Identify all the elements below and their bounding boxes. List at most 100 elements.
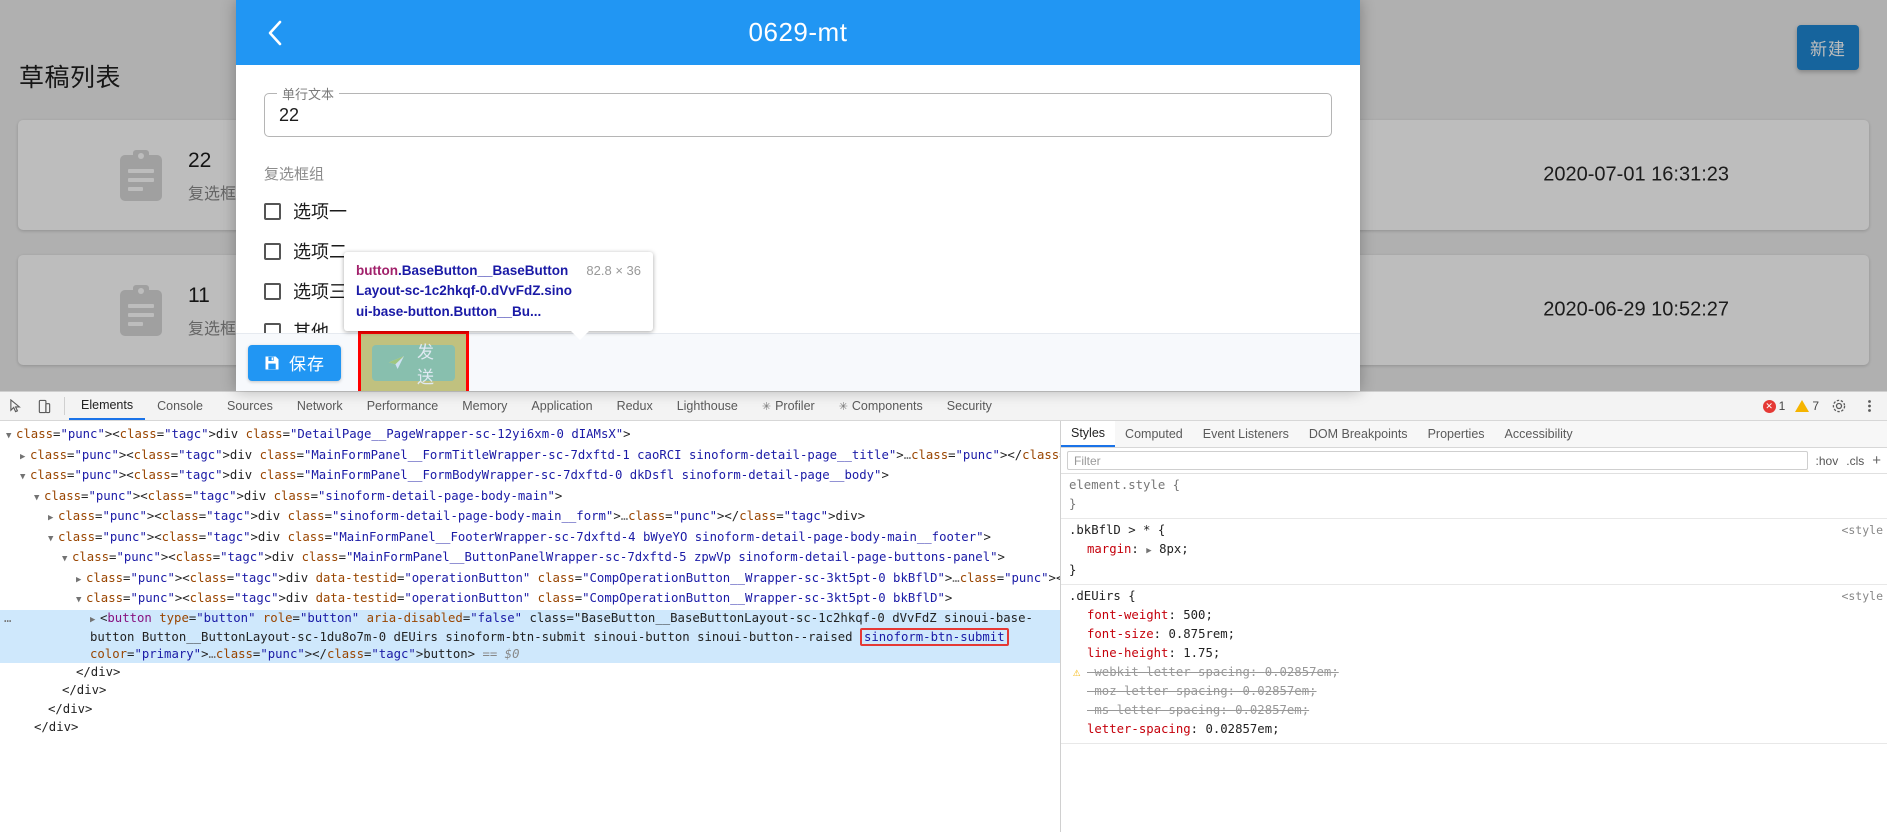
selected-node-class-line1: class="BaseButton__BaseButtonLayout-sc-1… xyxy=(529,610,1033,625)
inspector-tooltip-selector: button.BaseButton__BaseButtonLayout-sc-1… xyxy=(356,261,576,322)
styles-filter-input[interactable]: Filter xyxy=(1067,451,1808,470)
devtools-panel: Elements Console Sources Network Perform… xyxy=(0,391,1887,832)
style-property-value: 8px; xyxy=(1159,542,1189,556)
style-property-name: font-weight xyxy=(1087,608,1169,622)
style-rule[interactable]: <style .dEUirs { font-weight: 500; font-… xyxy=(1061,585,1887,744)
dom-node[interactable]: ▼ class="punc"><class="tagc">div class="s… xyxy=(0,487,1060,508)
style-property[interactable]: margin: ▶ 8px; xyxy=(1069,540,1879,561)
expand-triangle-icon[interactable]: ▶ xyxy=(1146,546,1151,556)
dom-node-markup: class="punc"><class="tagc">div data-test… xyxy=(86,591,953,605)
dom-node[interactable]: ▶ class="punc"><class="tagc">div class="M… xyxy=(0,446,1060,467)
inspector-tooltip: button.BaseButton__BaseButtonLayout-sc-1… xyxy=(344,252,653,340)
devtools-tabs: Elements Console Sources Network Perform… xyxy=(69,392,1004,420)
dom-close-tag: </div> xyxy=(76,664,121,679)
style-property-value: 500; xyxy=(1183,608,1213,622)
dom-node-markup: class="punc"><class="tagc">div class="De… xyxy=(16,427,631,441)
dom-node-markup: class="punc"><class="tagc">div class="Ma… xyxy=(58,529,991,544)
dom-node-markup: class="punc"><class="tagc">div class="Ma… xyxy=(30,447,1060,462)
single-line-text-field[interactable]: 单行文本 22 xyxy=(264,84,1332,137)
gear-icon[interactable] xyxy=(1829,396,1849,416)
page-title: 草稿列表 xyxy=(19,64,122,92)
inspect-cursor-icon[interactable] xyxy=(6,396,26,416)
tab-styles[interactable]: Styles xyxy=(1061,421,1116,447)
dom-node-close[interactable]: </div> xyxy=(0,718,1060,737)
checkbox-option-1[interactable]: 选项一 xyxy=(264,198,1332,224)
tab-console[interactable]: Console xyxy=(145,392,215,420)
checkbox-icon[interactable] xyxy=(264,282,281,300)
dom-node[interactable]: ▼ class="punc"><class="tagc">div class="M… xyxy=(0,466,1060,487)
style-property-name: margin xyxy=(1087,542,1132,556)
dom-node[interactable]: ▶ class="punc"><class="tagc">div data-tes… xyxy=(0,569,1060,590)
hov-toggle[interactable]: :hov xyxy=(1816,454,1839,468)
tab-profiler[interactable]: ✳ Profiler xyxy=(750,392,827,420)
warning-count: 7 xyxy=(1812,399,1819,413)
tab-security[interactable]: Security xyxy=(935,392,1004,420)
style-rule-selector: .dEUirs { xyxy=(1069,589,1136,603)
style-rule[interactable]: element.style { } xyxy=(1061,474,1887,519)
dom-node-close[interactable]: </div> xyxy=(0,700,1060,719)
checkbox-icon[interactable] xyxy=(264,202,281,220)
dom-tree[interactable]: ▼ class="punc"><class="tagc">div class="D… xyxy=(0,421,1060,832)
send-button[interactable]: 发送 xyxy=(361,333,466,391)
dom-node-close[interactable]: </div> xyxy=(0,681,1060,700)
style-property[interactable]: font-weight: 500; xyxy=(1069,606,1879,625)
tab-redux[interactable]: Redux xyxy=(605,392,665,420)
dom-node[interactable]: ▼ class="punc"><class="tagc">div class="M… xyxy=(0,548,1060,569)
dom-overflow-dots: … xyxy=(4,610,12,625)
tab-performance[interactable]: Performance xyxy=(355,392,451,420)
style-property-name: letter-spacing xyxy=(1087,722,1191,736)
save-button[interactable]: 保存 xyxy=(248,344,341,381)
dom-node-markup: class="punc"><class="tagc">div class="si… xyxy=(44,488,563,503)
warning-badge[interactable]: 7 xyxy=(1795,399,1819,413)
error-badge[interactable]: ✕ 1 xyxy=(1762,399,1785,413)
kebab-menu-icon[interactable] xyxy=(1859,396,1879,416)
tab-sources[interactable]: Sources xyxy=(215,392,285,420)
tab-accessibility[interactable]: Accessibility xyxy=(1495,421,1583,447)
tab-event-listeners[interactable]: Event Listeners xyxy=(1193,421,1299,447)
tab-lighthouse[interactable]: Lighthouse xyxy=(665,392,750,420)
dom-node-close[interactable]: </div> xyxy=(0,663,1060,682)
cls-toggle[interactable]: .cls xyxy=(1846,454,1864,468)
style-property[interactable]: letter-spacing: 0.02857em; xyxy=(1069,720,1879,739)
style-rule-origin: <style xyxy=(1841,589,1883,603)
style-property-value: 0.02857em; xyxy=(1264,665,1339,679)
dom-node-selected[interactable]: … ▶ <button type="button" role="button" a… xyxy=(0,609,1060,663)
tab-components[interactable]: ✳ Components xyxy=(827,392,935,420)
dom-node[interactable]: ▼ class="punc"><class="tagc">div data-tes… xyxy=(0,589,1060,610)
inspector-tooltip-tag: button xyxy=(356,263,398,278)
style-property-value: 0.02857em; xyxy=(1235,703,1310,717)
tab-application[interactable]: Application xyxy=(519,392,604,420)
send-paper-plane-icon xyxy=(388,355,405,370)
react-dot-icon: ✳ xyxy=(761,400,772,413)
device-toolbar-icon[interactable] xyxy=(34,396,54,416)
new-style-rule-button[interactable]: + xyxy=(1872,452,1881,469)
checkbox-label: 选项三 xyxy=(293,282,347,302)
style-property-name: line-height xyxy=(1087,646,1169,660)
dom-node[interactable]: ▼ class="punc"><class="tagc">div class="D… xyxy=(0,425,1060,446)
tab-properties[interactable]: Properties xyxy=(1418,421,1495,447)
field-value: 22 xyxy=(279,104,300,125)
dom-node[interactable]: ▼ class="punc"><class="tagc">div class="M… xyxy=(0,528,1060,549)
style-property[interactable]: -ms-letter-spacing: 0.02857em; xyxy=(1069,701,1879,720)
back-chevron-icon[interactable] xyxy=(258,16,292,50)
devtools-panes: ▼ class="punc"><class="tagc">div class="D… xyxy=(0,421,1887,832)
style-rule[interactable]: <style .bkBflD > * { margin: ▶ 8px; } xyxy=(1061,519,1887,585)
style-property[interactable]: line-height: 1.75; xyxy=(1069,644,1879,663)
tab-computed[interactable]: Computed xyxy=(1115,421,1193,447)
dom-node-markup: class="punc"><class="tagc">div class="Ma… xyxy=(30,468,889,482)
checkbox-icon[interactable] xyxy=(264,242,281,260)
inspector-tooltip-dimensions: 82.8 × 36 xyxy=(586,263,641,278)
new-button[interactable]: 新建 xyxy=(1797,25,1859,70)
style-property[interactable]: -moz-letter-spacing: 0.02857em; xyxy=(1069,682,1879,701)
styles-tabs: Styles Computed Event Listeners DOM Brea… xyxy=(1061,421,1887,448)
style-property-name: -moz-letter-spacing xyxy=(1087,684,1228,698)
tab-network[interactable]: Network xyxy=(285,392,355,420)
tab-components-label: Components xyxy=(851,399,923,413)
modal-body: 单行文本 22 复选框组 选项一 选项二 选项三 其他 保存 发送 xyxy=(236,65,1360,391)
tab-elements[interactable]: Elements xyxy=(69,392,146,420)
tab-memory[interactable]: Memory xyxy=(450,392,519,420)
tab-dom-breakpoints[interactable]: DOM Breakpoints xyxy=(1299,421,1418,447)
style-property[interactable]: ⚠ -webkit-letter-spacing: 0.02857em; xyxy=(1069,663,1879,682)
dom-node[interactable]: ▶ class="punc"><class="tagc">div class="s… xyxy=(0,507,1060,528)
style-property[interactable]: font-size: 0.875rem; xyxy=(1069,625,1879,644)
